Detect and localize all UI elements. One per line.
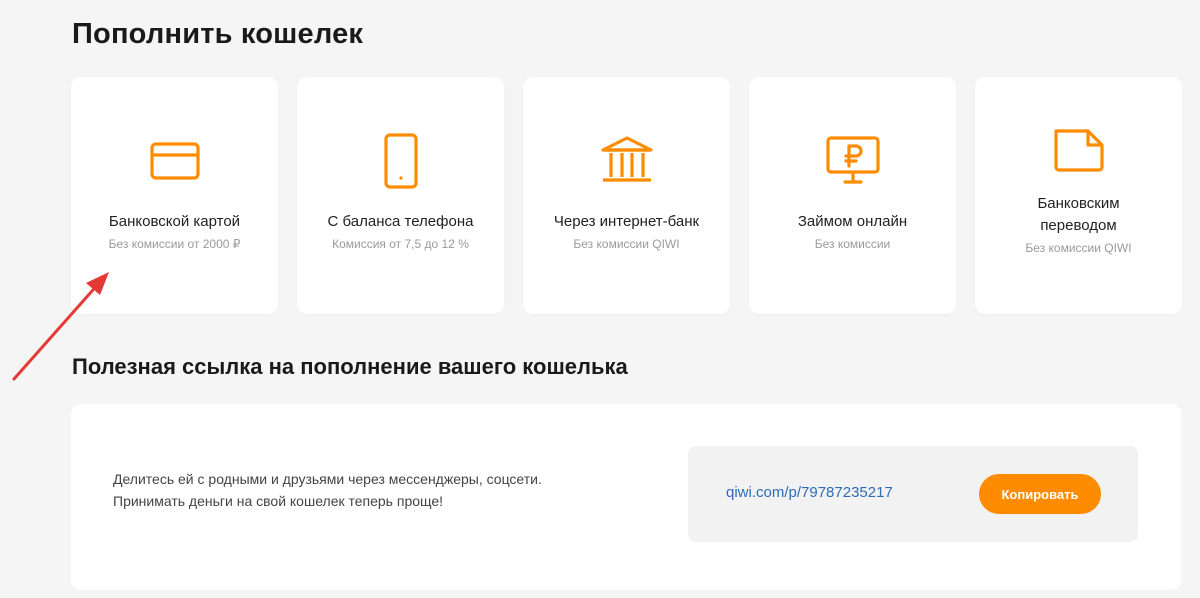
phone-icon <box>373 133 429 189</box>
description-line: Делитесь ей с родными и друзьями через м… <box>113 471 542 487</box>
method-fee: Без комиссии от 2000 ₽ <box>108 237 241 251</box>
useful-link-panel: Делитесь ей с родными и друзьями через м… <box>71 404 1181 590</box>
topup-methods: Банковской картой Без комиссии от 2000 ₽… <box>71 77 1182 314</box>
copy-button[interactable]: Копировать <box>979 474 1101 514</box>
bank-icon <box>599 133 655 189</box>
wallet-link[interactable]: qiwi.com/p/79787235217 <box>726 484 893 501</box>
method-card-phone-balance[interactable]: С баланса телефона Комиссия от 7,5 до 12… <box>297 77 504 314</box>
credit-card-icon <box>147 133 203 189</box>
method-label: Займом онлайн <box>797 213 908 230</box>
document-icon <box>1051 123 1107 179</box>
method-card-internet-bank[interactable]: Через интернет-банк Без комиссии QIWI <box>523 77 730 314</box>
useful-link-description: Делитесь ей с родными и друзьями через м… <box>113 468 542 512</box>
method-label: С баланса телефона <box>327 213 474 230</box>
method-fee: Без комиссии <box>814 237 891 251</box>
link-box: qiwi.com/p/79787235217 Копировать <box>688 446 1138 542</box>
method-card-bank-transfer[interactable]: Банковским переводом Без комиссии QIWI <box>975 77 1182 314</box>
method-fee: Комиссия от 7,5 до 12 % <box>332 237 469 251</box>
useful-link-title: Полезная ссылка на пополнение вашего кош… <box>72 354 628 379</box>
method-fee: Без комиссии QIWI <box>573 237 680 251</box>
ruble-monitor-icon <box>825 133 881 189</box>
description-line: Принимать деньги на свой кошелек теперь … <box>113 493 444 509</box>
method-label: Через интернет-банк <box>553 213 700 230</box>
method-card-online-loan[interactable]: Займом онлайн Без комиссии <box>749 77 956 314</box>
method-label: Банковской картой <box>108 213 241 230</box>
page-title: Пополнить кошелек <box>72 18 364 50</box>
method-label: Банковским переводом <box>1037 195 1120 234</box>
method-fee: Без комиссии QIWI <box>1025 241 1132 255</box>
